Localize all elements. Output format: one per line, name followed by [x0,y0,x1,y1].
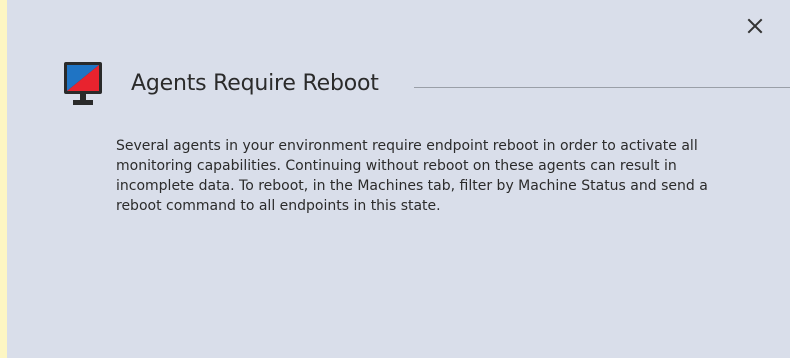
title-divider [414,87,790,88]
dialog-header: Agents Require Reboot [64,58,790,110]
close-icon [747,18,763,34]
dialog-message: Several agents in your environment requi… [116,138,708,214]
monitor-warning-icon [64,62,102,105]
close-button[interactable] [743,14,767,38]
reboot-dialog: Agents Require Reboot Several agents in … [7,0,790,358]
dialog-title: Agents Require Reboot [131,71,379,96]
